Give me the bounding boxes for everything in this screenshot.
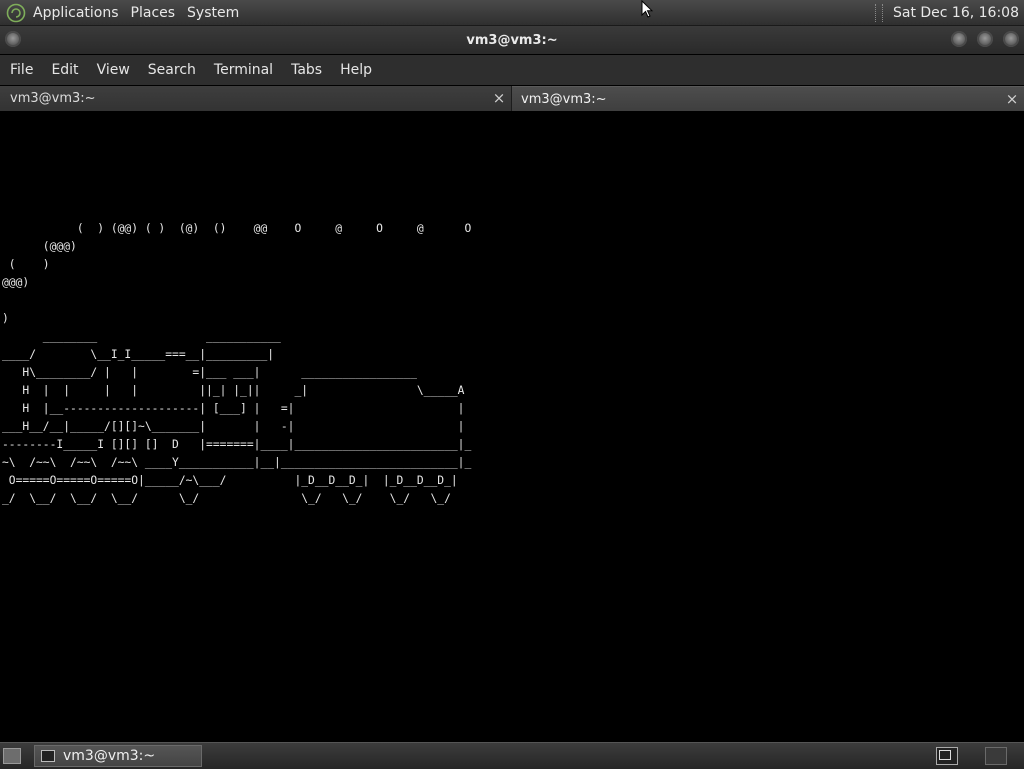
workspace-2-button[interactable] <box>985 747 1007 765</box>
terminal-line: O=====O=====O=====O|_____/~\___/ |_D__D_… <box>2 474 458 487</box>
terminal-line: ___H__/__|_____/[][]~\_______| | -| | <box>2 420 465 433</box>
terminal-line: ~\ /~~\ /~~\ /~~\ ____Y___________|__|__… <box>2 456 472 469</box>
menu-file[interactable]: File <box>0 62 42 78</box>
terminal-line: ( ) <box>2 258 50 271</box>
places-menu[interactable]: Places <box>131 5 176 21</box>
window-titlebar[interactable]: vm3@vm3:~ <box>0 26 1024 54</box>
taskbar-window-button[interactable]: vm3@vm3:~ <box>34 745 202 767</box>
terminal-line: --------I_____I [][] [] D |=======|____|… <box>2 438 472 451</box>
show-desktop-icon[interactable] <box>3 748 21 764</box>
terminal-text: ( ) (@@) ( ) (@) () @@ O @ O @ O (@@@) (… <box>2 112 471 508</box>
terminal-line: ____/ \__I_I_____===__|_________| <box>2 348 275 361</box>
mouse-pointer-icon <box>641 0 653 18</box>
system-menu[interactable]: System <box>187 5 239 21</box>
tab-terminal-2[interactable]: vm3@vm3:~ × <box>512 86 1024 111</box>
tab-close-icon[interactable]: × <box>1004 90 1020 108</box>
distro-logo-icon[interactable] <box>6 3 26 23</box>
tab-label: vm3@vm3:~ <box>10 91 96 106</box>
terminal-line: ________ ___________ <box>2 330 281 343</box>
terminal-icon <box>41 750 55 762</box>
terminal-line: H | | | | ||_| |_|| _| \_____A <box>2 384 465 397</box>
menu-terminal[interactable]: Terminal <box>205 62 282 78</box>
workspace-switcher-icon[interactable] <box>936 747 958 765</box>
tab-terminal-1[interactable]: vm3@vm3:~ × <box>0 86 512 111</box>
tab-bar: vm3@vm3:~ × vm3@vm3:~ × <box>0 86 1024 111</box>
close-window-button[interactable] <box>1003 31 1019 47</box>
applications-menu[interactable]: Applications <box>33 5 119 21</box>
menu-tabs[interactable]: Tabs <box>282 62 331 78</box>
terminal-line: ( ) (@@) ( ) (@) () @@ O @ O @ O <box>2 222 472 235</box>
terminal-line: _/ \__/ \__/ \__/ \_/ \_/ \_/ \_/ \_/ <box>2 492 451 505</box>
menu-view[interactable]: View <box>88 62 139 78</box>
menu-edit[interactable]: Edit <box>42 62 87 78</box>
taskbar-window-label: vm3@vm3:~ <box>63 748 156 764</box>
tab-label: vm3@vm3:~ <box>521 91 607 107</box>
menu-search[interactable]: Search <box>139 62 205 78</box>
maximize-button[interactable] <box>977 31 993 47</box>
terminal-line: H |__--------------------| [___] | =| | <box>2 402 465 415</box>
menubar: File Edit View Search Terminal Tabs Help <box>0 55 1024 85</box>
tab-close-icon[interactable]: × <box>491 89 507 107</box>
terminal-line: ) <box>2 312 9 325</box>
top-panel: Applications Places System Sat Dec 16, 1… <box>0 0 1024 26</box>
window-menu-button[interactable] <box>5 31 21 47</box>
window-title: vm3@vm3:~ <box>466 32 558 48</box>
terminal-output[interactable]: ( ) (@@) ( ) (@) () @@ O @ O @ O (@@@) (… <box>0 112 1024 742</box>
panel-separator <box>874 3 883 22</box>
terminal-line: H\________/ | | =|___ ___| _____________… <box>2 366 417 379</box>
menu-help[interactable]: Help <box>331 62 381 78</box>
bottom-panel: vm3@vm3:~ <box>0 742 1024 769</box>
minimize-button[interactable] <box>951 31 967 47</box>
panel-clock[interactable]: Sat Dec 16, 16:08 <box>893 5 1019 21</box>
terminal-line: (@@@) <box>2 240 77 253</box>
terminal-line: @@@) <box>2 276 30 289</box>
